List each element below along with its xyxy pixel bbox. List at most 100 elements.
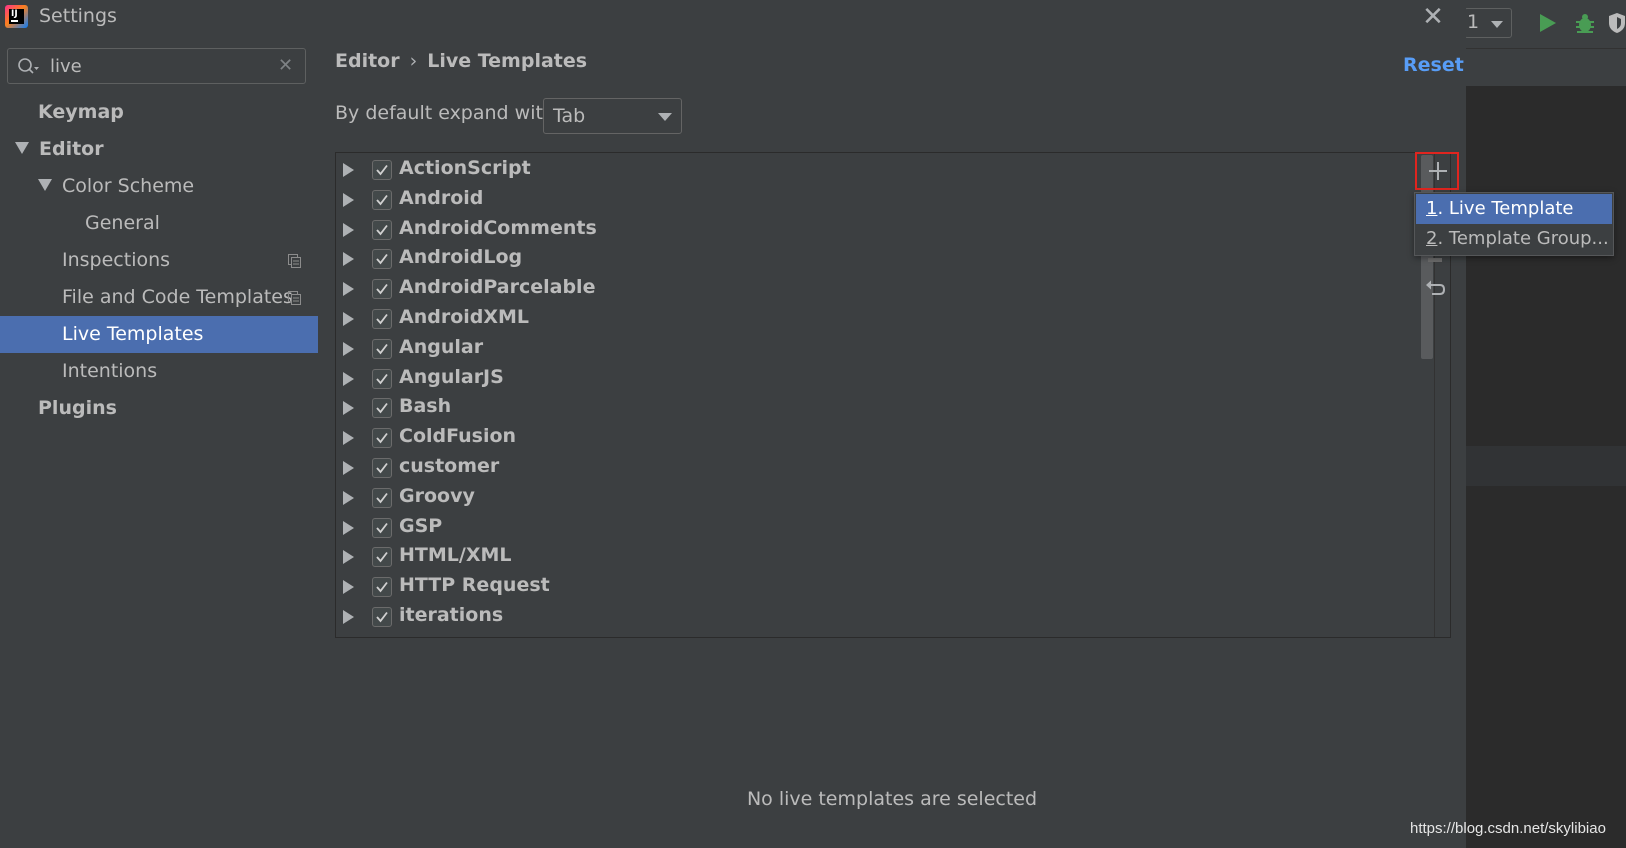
group-checkbox[interactable] <box>372 189 392 210</box>
menu-item-template-group[interactable]: 2. Template Group... <box>1416 224 1612 254</box>
group-checkbox[interactable] <box>372 338 392 359</box>
expand-triangle-icon[interactable] <box>343 282 354 297</box>
sidebar-item-label: Intentions <box>62 360 158 382</box>
breadcrumb-parent[interactable]: Editor <box>335 50 400 72</box>
group-label: Bash <box>399 395 452 418</box>
close-icon[interactable]: ✕ <box>1416 2 1450 32</box>
expand-triangle-icon[interactable] <box>343 401 354 416</box>
group-checkbox[interactable] <box>372 428 392 449</box>
group-checkbox[interactable] <box>372 458 392 478</box>
template-group-row[interactable]: HTTP Request <box>336 572 1416 602</box>
template-group-row[interactable]: AndroidComments <box>336 215 1416 245</box>
sidebar-item-color-scheme[interactable]: Color Scheme <box>0 168 318 205</box>
group-checkbox[interactable] <box>372 487 392 508</box>
expand-triangle-icon[interactable] <box>343 371 354 386</box>
expand-triangle-icon[interactable] <box>343 550 354 565</box>
group-checkbox[interactable] <box>372 249 392 270</box>
expand-triangle-icon[interactable] <box>343 252 354 267</box>
template-group-row[interactable]: AndroidParcelable <box>336 274 1416 304</box>
template-group-row[interactable]: HTML/XML <box>336 542 1416 572</box>
group-label: Groovy <box>399 484 475 507</box>
chevron-down-icon <box>658 113 672 121</box>
clear-icon[interactable]: ✕ <box>278 55 296 77</box>
template-group-row[interactable]: AndroidXML <box>336 304 1416 334</box>
template-group-row[interactable]: ActionScript <box>336 155 1416 185</box>
expand-triangle-icon[interactable] <box>343 341 354 356</box>
checkmark-icon <box>376 313 388 325</box>
template-group-row[interactable]: GSP <box>336 513 1416 543</box>
search-box[interactable]: ✕ <box>7 48 306 84</box>
checkmark-icon <box>376 492 388 504</box>
checkmark-icon <box>376 224 388 236</box>
template-groups-list[interactable]: ActionScript Android AndroidComments Androi… <box>335 152 1451 638</box>
checkmark-icon <box>376 164 388 176</box>
remove-icon[interactable] <box>1428 258 1442 262</box>
menu-item-label: . Live Template <box>1437 198 1574 219</box>
expand-triangle-icon[interactable] <box>343 431 354 446</box>
expand-triangle-icon[interactable] <box>343 610 354 624</box>
group-label: HTTP Request <box>399 574 550 597</box>
template-group-row[interactable]: ColdFusion <box>336 423 1416 453</box>
template-group-row[interactable]: customer <box>336 453 1416 483</box>
sidebar-item-keymap[interactable]: Keymap <box>0 94 318 131</box>
template-group-row[interactable]: Android <box>336 185 1416 215</box>
run-icon[interactable] <box>1540 14 1556 32</box>
template-group-row[interactable]: Bash <box>336 393 1416 423</box>
expand-triangle-icon[interactable] <box>343 192 354 207</box>
expand-with-select[interactable]: Tab <box>543 98 682 134</box>
debug-icon[interactable] <box>1574 12 1596 34</box>
ide-panel-band <box>1466 446 1626 486</box>
undo-icon[interactable] <box>1423 276 1447 300</box>
group-checkbox[interactable] <box>372 219 392 240</box>
group-checkbox[interactable] <box>372 517 392 538</box>
checkmark-icon <box>376 462 388 474</box>
reset-link[interactable]: Reset <box>1403 54 1464 76</box>
group-checkbox[interactable] <box>372 160 392 180</box>
expand-triangle-icon[interactable] <box>38 178 52 191</box>
sidebar-item-intentions[interactable]: Intentions <box>0 353 318 390</box>
sidebar-item-inspections[interactable]: Inspections <box>0 242 318 279</box>
expand-triangle-icon[interactable] <box>343 222 354 237</box>
group-checkbox[interactable] <box>372 279 392 300</box>
checkmark-icon <box>376 194 388 206</box>
plus-icon <box>1429 162 1447 180</box>
sidebar-item-file-and-code-templates[interactable]: File and Code Templates <box>0 279 318 316</box>
group-checkbox[interactable] <box>372 577 392 598</box>
group-label: GSP <box>399 514 443 537</box>
sidebar-item-live-templates[interactable]: Live Templates <box>0 316 318 353</box>
sidebar-item-plugins[interactable]: Plugins <box>0 390 318 427</box>
group-checkbox[interactable] <box>372 547 392 568</box>
template-group-row[interactable]: Angular <box>336 334 1416 364</box>
sidebar-item-label: Keymap <box>38 101 124 123</box>
coverage-icon[interactable] <box>1608 12 1626 34</box>
expand-with-value: Tab <box>553 105 586 127</box>
search-input[interactable] <box>50 54 270 78</box>
menu-mnemonic: 1 <box>1426 198 1438 219</box>
template-group-row[interactable]: AndroidLog <box>336 244 1416 274</box>
group-checkbox[interactable] <box>372 398 392 419</box>
group-checkbox[interactable] <box>372 368 392 389</box>
add-button[interactable] <box>1415 152 1459 190</box>
group-label: AngularJS <box>399 365 504 388</box>
sidebar-item-label: Plugins <box>38 397 117 419</box>
run-config-select[interactable]: 1 <box>1464 8 1512 38</box>
group-checkbox[interactable] <box>372 309 392 329</box>
template-group-row[interactable]: Groovy <box>336 483 1416 513</box>
checkmark-icon <box>376 611 388 623</box>
expand-triangle-icon[interactable] <box>343 520 354 535</box>
menu-item-live-template[interactable]: 1. Live Template <box>1416 194 1612 224</box>
group-label: iterations <box>399 604 504 626</box>
group-checkbox[interactable] <box>372 607 392 627</box>
sidebar-item-editor[interactable]: Editor <box>0 131 318 168</box>
expand-triangle-icon[interactable] <box>343 163 354 177</box>
expand-triangle-icon[interactable] <box>15 141 29 154</box>
expand-triangle-icon[interactable] <box>343 461 354 475</box>
template-group-row[interactable]: iterations <box>336 602 1416 632</box>
expand-triangle-icon[interactable] <box>343 312 354 326</box>
intellij-logo-icon: IJ <box>5 5 28 28</box>
expand-triangle-icon[interactable] <box>343 490 354 505</box>
group-label: ActionScript <box>399 157 531 179</box>
sidebar-item-general[interactable]: General <box>0 205 318 242</box>
expand-triangle-icon[interactable] <box>343 580 354 595</box>
template-group-row[interactable]: AngularJS <box>336 364 1416 394</box>
